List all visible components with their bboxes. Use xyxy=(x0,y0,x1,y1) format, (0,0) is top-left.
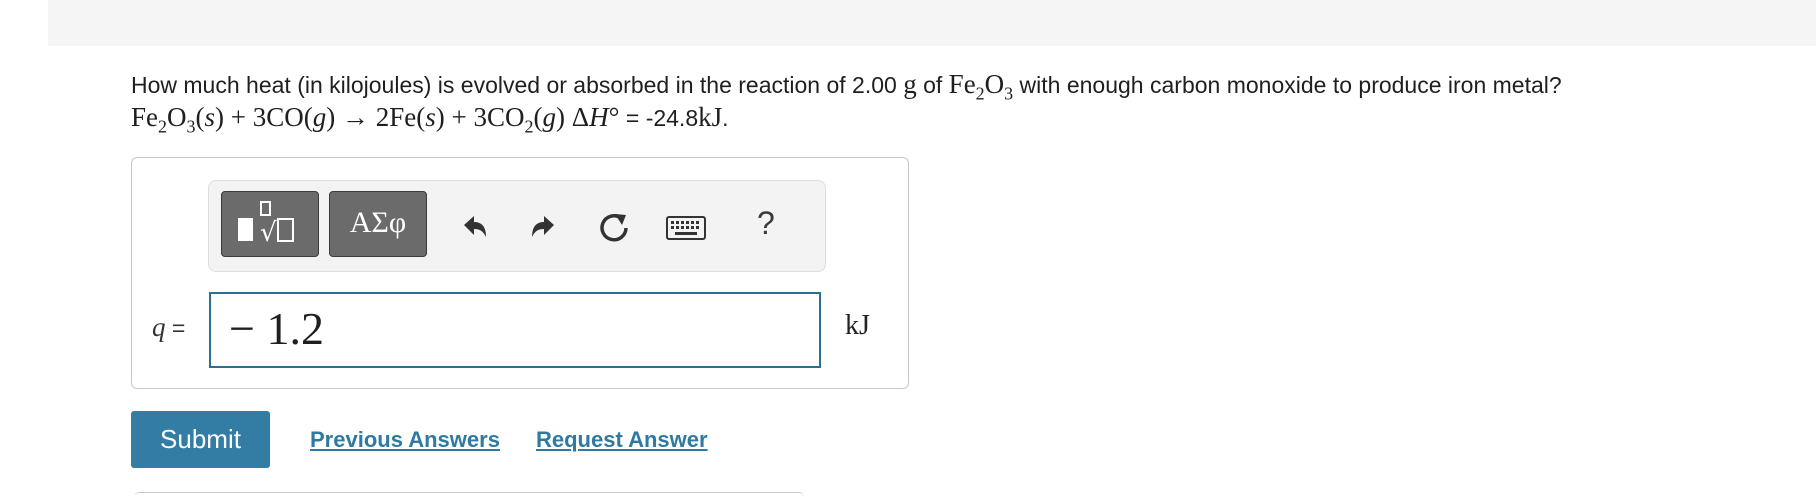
keyboard-icon[interactable] xyxy=(665,209,707,245)
eq-equals: = xyxy=(619,105,646,131)
eq-period: . xyxy=(722,105,729,131)
svg-text:√: √ xyxy=(260,218,277,248)
redo-icon[interactable] xyxy=(524,207,564,247)
eq-2fe: 2Fe xyxy=(375,102,417,132)
formula-fe-sub: 2 xyxy=(975,83,985,104)
variable-equals: = xyxy=(165,315,186,341)
answer-input[interactable]: − 1.2 xyxy=(209,292,821,368)
templates-button[interactable]: √ xyxy=(221,191,319,257)
question-suffix: with enough carbon monoxide to produce i… xyxy=(1013,72,1562,98)
eq-value: -24.8 xyxy=(645,105,699,131)
formula-fe: Fe xyxy=(948,69,976,99)
eq-o-sub: 3 xyxy=(186,116,196,137)
equation: Fe2O3(s) + 3CO(g) → 2Fe(s) + 3CO2(g) ΔH° xyxy=(131,102,620,135)
question-prefix: How much heat (in kilojoules) is evolved… xyxy=(131,72,904,98)
math-toolbar: √ ΑΣφ ? xyxy=(208,180,826,272)
eq-delta: Δ xyxy=(565,102,590,132)
formula-o-sub: 3 xyxy=(1004,83,1014,104)
eq-paren: ) xyxy=(215,102,225,132)
top-banner xyxy=(48,0,1816,46)
eq-paren: ) xyxy=(556,102,566,132)
eq-co2: 3CO xyxy=(473,102,525,132)
eq-fe: Fe xyxy=(131,102,158,132)
question-text: How much heat (in kilojoules) is evolved… xyxy=(131,68,1811,135)
eq-state: g xyxy=(542,102,557,132)
help-button[interactable]: ? xyxy=(757,205,775,242)
eq-co2-sub: 2 xyxy=(524,116,534,137)
eq-fe-sub: 2 xyxy=(158,116,167,137)
eq-unit: kJ xyxy=(698,102,723,132)
reset-icon[interactable] xyxy=(594,207,634,247)
submit-button[interactable]: Submit xyxy=(131,411,270,468)
eq-paren: ( xyxy=(416,102,426,132)
formula-o: O xyxy=(984,69,1005,99)
eq-plus: + xyxy=(224,102,253,132)
symbols-button[interactable]: ΑΣφ xyxy=(329,191,427,257)
eq-co: 3CO xyxy=(252,102,304,132)
answer-panel: √ ΑΣφ ? q = − 1.2 kJ xyxy=(131,157,909,389)
question-line: How much heat (in kilojoules) is evolved… xyxy=(131,68,1811,102)
variable-q: q xyxy=(152,312,166,342)
eq-paren: ) xyxy=(435,102,445,132)
eq-degree: ° xyxy=(608,102,620,132)
eq-arrow: → xyxy=(335,102,376,132)
request-answer-link[interactable]: Request Answer xyxy=(536,427,708,453)
eq-plus: + xyxy=(444,102,474,132)
mass-unit: g xyxy=(903,69,917,99)
eq-o: O xyxy=(167,102,187,132)
eq-state: g xyxy=(312,102,327,132)
templates-icon: √ xyxy=(238,201,294,248)
of-text: of xyxy=(916,72,949,98)
eq-state: s xyxy=(204,102,216,132)
next-panel-edge xyxy=(134,492,804,497)
previous-answers-link[interactable]: Previous Answers xyxy=(310,427,500,453)
eq-paren: ( xyxy=(303,102,313,132)
eq-state: s xyxy=(425,102,436,132)
eq-paren: ) xyxy=(326,102,336,132)
formula-fe2o3: Fe2O3 xyxy=(948,69,1014,102)
eq-paren: ( xyxy=(533,102,543,132)
undo-icon[interactable] xyxy=(454,207,494,247)
variable-label: q = xyxy=(152,312,185,343)
eq-h: H xyxy=(589,102,609,132)
answer-unit: kJ xyxy=(845,310,870,341)
equation-line: Fe2O3(s) + 3CO(g) → 2Fe(s) + 3CO2(g) ΔH°… xyxy=(131,101,1811,135)
eq-paren: ( xyxy=(195,102,205,132)
